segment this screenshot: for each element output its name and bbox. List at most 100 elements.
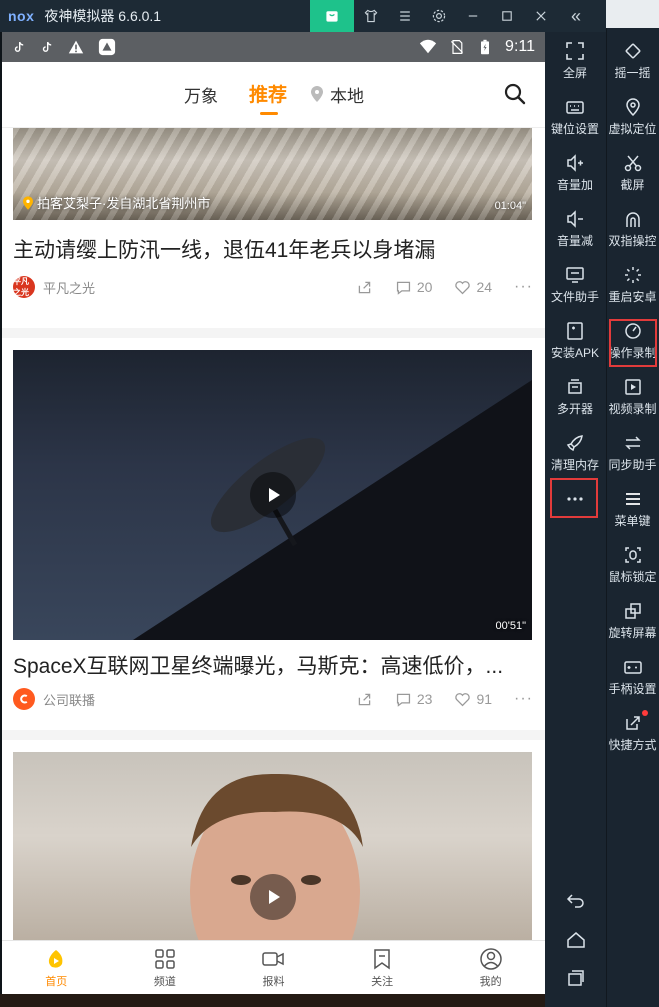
gamepad-icon — [623, 661, 642, 674]
tab-wanxiang[interactable]: 万象 — [184, 82, 218, 107]
location-icon — [625, 98, 640, 117]
nav-follow[interactable]: 关注 — [328, 941, 437, 994]
volume-up-icon — [567, 154, 583, 172]
comment-button[interactable]: 23 — [395, 691, 432, 708]
article-title[interactable]: SpaceX互联网卫星终端曝光，马斯克：高速低价，... — [13, 650, 523, 680]
more-options-button[interactable]: ··· — [514, 690, 533, 708]
feed-card[interactable]: 00'51" SpaceX互联网卫星终端曝光，马斯克：高速低价，... 公司联播 — [2, 338, 545, 730]
bottom-navigation: 首页 频道 报料 关注 我的 — [2, 940, 545, 994]
author-name[interactable]: 公司联播 — [43, 690, 95, 709]
notification-dot — [641, 710, 648, 716]
two-finger-button[interactable]: 双指操控 — [606, 208, 659, 249]
install-apk-button[interactable]: 安装APK — [545, 320, 605, 361]
macro-record-highlight — [609, 319, 657, 367]
avatar[interactable] — [13, 688, 35, 710]
wifi-icon — [419, 39, 437, 54]
active-tab-indicator — [260, 112, 278, 115]
avatar[interactable]: 平凡之光 — [13, 276, 35, 298]
rotate-screen-button[interactable]: 旋转屏幕 — [606, 600, 659, 641]
tiktok-icon — [14, 41, 24, 52]
collapse-toolbar-button[interactable]: « — [560, 0, 592, 32]
author-name[interactable]: 平凡之光 — [43, 278, 95, 297]
file-assistant-button[interactable]: 文件助手 — [545, 264, 605, 305]
gamepad-settings-button[interactable]: 手柄设置 — [606, 656, 659, 697]
gear-icon[interactable] — [422, 0, 456, 32]
article-title[interactable]: 主动请缨上防汛一线，退伍41年老兵以身堵漏 — [13, 234, 523, 264]
article-meta: 平凡之光 平凡之光 20 24 ··· — [13, 276, 533, 298]
mouse-lock-icon — [624, 547, 641, 563]
company-logo-icon — [20, 694, 28, 704]
feed-card[interactable] — [2, 740, 545, 940]
video-thumbnail[interactable]: 00'51" — [13, 350, 532, 640]
nox-logo: nox — [8, 8, 35, 24]
warning-icon — [68, 40, 84, 54]
external-link-icon — [625, 716, 640, 730]
more-options-button[interactable]: ··· — [514, 278, 533, 296]
shirt-icon[interactable] — [354, 0, 388, 32]
nav-channels[interactable]: 频道 — [111, 941, 220, 994]
share-button[interactable] — [356, 691, 373, 708]
recent-apps-button[interactable] — [545, 968, 606, 988]
share-icon — [358, 281, 371, 293]
back-button[interactable] — [545, 890, 606, 910]
close-icon[interactable] — [524, 0, 558, 32]
hamburger-icon — [625, 493, 640, 505]
heart-icon — [455, 280, 471, 294]
minimize-icon[interactable] — [456, 0, 490, 32]
nav-profile[interactable]: 我的 — [436, 941, 545, 994]
volume-down-button[interactable]: 音量减 — [545, 208, 605, 249]
video-thumbnail[interactable]: 拍客艾梨子·发自湖北省荆州市 01:04" — [13, 128, 532, 220]
comment-icon — [396, 281, 410, 295]
menu-icon[interactable] — [388, 0, 422, 32]
tab-tuijian[interactable]: 推荐 — [249, 80, 287, 107]
toolbar-top-strip — [606, 0, 659, 28]
bookmark-icon — [374, 948, 390, 969]
video-record-button[interactable]: 视频录制 — [606, 376, 659, 417]
video-duration: 00'51" — [495, 620, 526, 632]
user-icon — [479, 947, 502, 970]
clear-memory-button[interactable]: 清理内存 — [545, 432, 605, 473]
sync-assistant-button[interactable]: 同步助手 — [606, 432, 659, 473]
maximize-icon[interactable] — [490, 0, 524, 32]
virtual-location-button[interactable]: 虚拟定位 — [606, 96, 659, 137]
screenshot-button[interactable]: 截屏 — [606, 152, 659, 193]
mouse-lock-button[interactable]: 鼠标锁定 — [606, 544, 659, 585]
tab-bendi[interactable]: 本地 — [330, 82, 364, 107]
play-icon — [269, 890, 280, 904]
keymap-button[interactable]: 键位设置 — [545, 96, 605, 137]
shake-button[interactable]: 摇一摇 — [606, 40, 659, 81]
fullscreen-button[interactable]: 全屏 — [545, 40, 605, 81]
nav-report[interactable]: 报料 — [219, 941, 328, 994]
play-button[interactable] — [250, 874, 296, 920]
multi-instance-button[interactable]: 多开器 — [545, 376, 605, 417]
bag-icon[interactable] — [310, 0, 354, 32]
shortcut-button[interactable]: 快捷方式 — [606, 710, 659, 753]
news-feed: 拍客艾梨子·发自湖北省荆州市 01:04" 主动请缨上防汛一线，退伍41年老兵以… — [2, 128, 545, 940]
share-button[interactable] — [356, 279, 373, 296]
home-icon — [566, 932, 585, 948]
feed-card[interactable]: 拍客艾梨子·发自湖北省荆州市 01:04" 主动请缨上防汛一线，退伍41年老兵以… — [2, 128, 545, 328]
volume-up-button[interactable]: 音量加 — [545, 152, 605, 193]
home-button[interactable] — [545, 930, 606, 950]
like-button[interactable]: 24 — [454, 279, 492, 296]
play-icon — [269, 488, 280, 502]
video-thumbnail[interactable] — [13, 752, 532, 940]
restart-android-button[interactable]: 重启安卓 — [606, 264, 659, 305]
article-meta: 公司联播 23 91 ··· — [13, 688, 533, 710]
home-icon — [49, 949, 63, 968]
touch-icon — [625, 212, 640, 227]
play-button[interactable] — [250, 472, 296, 518]
nav-home[interactable]: 首页 — [2, 941, 111, 994]
shake-icon — [625, 43, 640, 59]
comment-button[interactable]: 20 — [395, 279, 432, 296]
comment-icon — [396, 693, 410, 707]
menu-key-button[interactable]: 菜单键 — [606, 488, 659, 529]
volume-down-icon — [567, 210, 583, 228]
search-icon[interactable] — [503, 82, 527, 106]
apk-icon — [567, 322, 583, 340]
spinner-icon — [624, 267, 641, 283]
rotate-icon — [624, 603, 641, 619]
like-button[interactable]: 91 — [454, 691, 492, 708]
share-icon — [358, 693, 371, 705]
rocket-icon — [566, 435, 583, 452]
